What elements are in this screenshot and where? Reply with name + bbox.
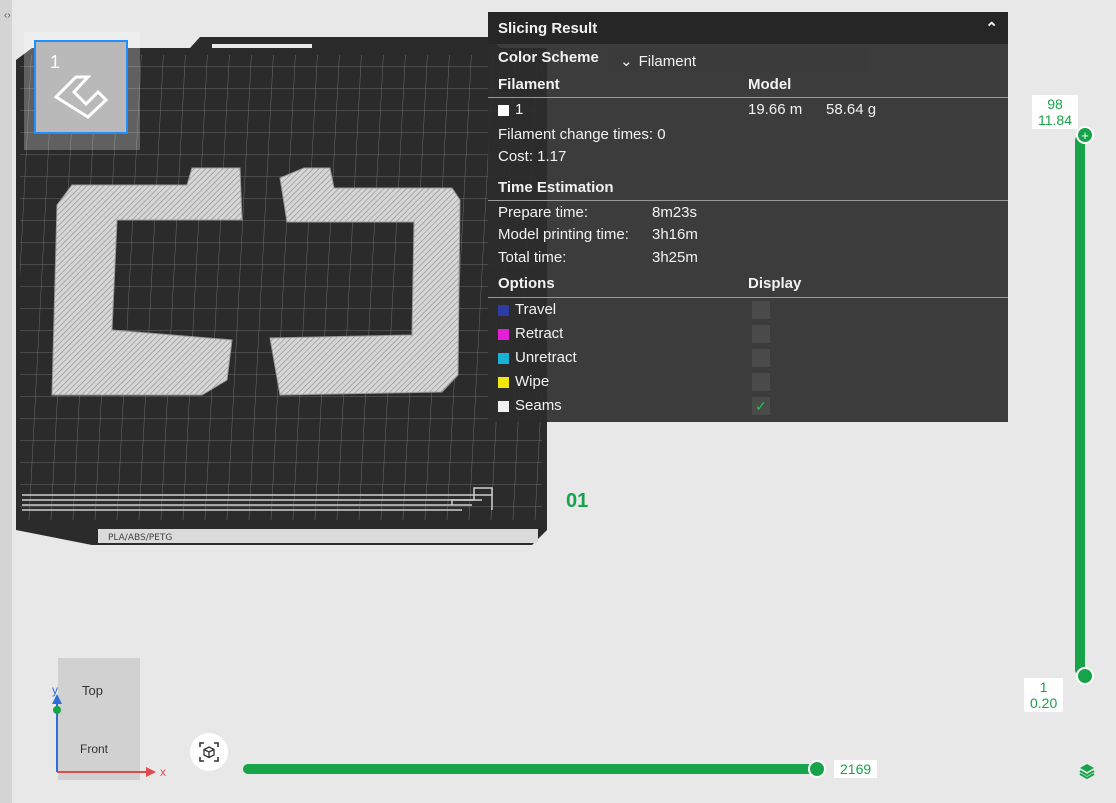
travel-color-swatch bbox=[498, 304, 509, 316]
divider bbox=[488, 200, 1008, 201]
unretract-color-swatch bbox=[498, 352, 509, 364]
model-printing-time-label: Model printing time: bbox=[498, 226, 629, 243]
option-label: Travel bbox=[515, 301, 557, 318]
top-layer-value-box: 98 11.84 bbox=[1032, 95, 1078, 129]
filament-index: 1 bbox=[515, 101, 524, 118]
total-time-label: Total time: bbox=[498, 249, 567, 266]
bottom-layer-number: 1 bbox=[1039, 679, 1048, 695]
filament-weight: 58.64 g bbox=[826, 101, 877, 118]
checkmark-icon: ✓ bbox=[755, 397, 767, 414]
collapse-toggle-icon[interactable]: ‹› bbox=[4, 10, 11, 21]
retract-color-swatch bbox=[498, 328, 509, 340]
option-retract: Retract bbox=[498, 325, 563, 342]
gcode-move-handle[interactable] bbox=[808, 760, 826, 778]
recenter-view-button[interactable] bbox=[190, 733, 228, 771]
time-estimation-header: Time Estimation bbox=[498, 179, 614, 196]
layers-icon[interactable] bbox=[1078, 762, 1096, 785]
axis-indicator bbox=[52, 694, 156, 777]
filament-change-times: Filament change times: 0 bbox=[498, 126, 666, 143]
gcode-move-slider[interactable] bbox=[243, 764, 823, 774]
filament-length: 19.66 m bbox=[748, 101, 803, 118]
seams-color-swatch bbox=[498, 400, 509, 412]
display-header: Display bbox=[748, 275, 802, 292]
divider bbox=[488, 97, 1008, 98]
bottom-layer-handle[interactable] bbox=[1076, 667, 1094, 685]
model-printing-time-value: 3h16m bbox=[652, 226, 698, 243]
divider bbox=[488, 297, 1008, 298]
panel-header[interactable]: Slicing Result ⌃ bbox=[488, 12, 1008, 44]
plate-thumbnail[interactable]: 1 bbox=[34, 40, 128, 134]
total-time-value: 3h25m bbox=[652, 249, 698, 266]
filament-color-swatch bbox=[498, 104, 509, 116]
prepare-time-value: 8m23s bbox=[652, 204, 698, 221]
plate-material-text: PLA/ABS/PETG bbox=[108, 533, 172, 543]
collapse-chevron-icon[interactable]: ⌃ bbox=[985, 19, 998, 37]
option-label: Retract bbox=[515, 325, 564, 342]
option-travel: Travel bbox=[498, 301, 556, 318]
slicing-result-panel: Slicing Result ⌃ Color Scheme ⌄ Filament… bbox=[488, 12, 1008, 422]
option-label: Unretract bbox=[515, 349, 577, 366]
top-layer-handle[interactable]: + bbox=[1076, 126, 1094, 144]
filament-row: 1 bbox=[498, 101, 523, 118]
cost-text: Cost: 1.17 bbox=[498, 148, 567, 165]
top-layer-height: 11.84 bbox=[1038, 112, 1072, 128]
top-layer-number: 98 bbox=[1047, 96, 1063, 112]
model-header: Model bbox=[748, 76, 792, 93]
gcode-move-value: 2169 bbox=[834, 760, 878, 778]
options-header: Options bbox=[498, 275, 555, 292]
unretract-display-checkbox[interactable] bbox=[752, 349, 770, 367]
prepare-time-label: Prepare time: bbox=[498, 204, 589, 221]
layer-range-slider[interactable] bbox=[1075, 135, 1085, 675]
chevron-down-icon: ⌄ bbox=[620, 53, 633, 70]
option-label: Wipe bbox=[515, 373, 550, 390]
left-sidebar-strip: ‹› bbox=[0, 0, 12, 803]
view-cube-icon bbox=[199, 742, 219, 762]
plus-icon: + bbox=[1081, 127, 1089, 143]
retract-display-checkbox[interactable] bbox=[752, 325, 770, 343]
travel-display-checkbox[interactable] bbox=[752, 301, 770, 319]
option-label: Seams bbox=[515, 397, 562, 414]
option-seams: Seams bbox=[498, 397, 562, 414]
plate-preview-icon bbox=[53, 75, 109, 119]
color-scheme-label: Color Scheme bbox=[498, 49, 599, 66]
seams-display-checkbox[interactable]: ✓ bbox=[752, 397, 770, 415]
bottom-layer-height: 0.20 bbox=[1030, 695, 1058, 711]
option-wipe: Wipe bbox=[498, 373, 549, 390]
color-scheme-value: Filament bbox=[638, 52, 697, 70]
axis-x-label: x bbox=[160, 765, 166, 779]
filament-header: Filament bbox=[498, 76, 560, 93]
plate-number-label: 01 bbox=[566, 490, 589, 512]
color-scheme-select[interactable]: ⌄ Filament bbox=[612, 49, 870, 73]
wipe-display-checkbox[interactable] bbox=[752, 373, 770, 391]
wipe-color-swatch bbox=[498, 376, 509, 388]
axis-y-label: y bbox=[52, 683, 58, 697]
panel-title: Slicing Result bbox=[498, 19, 598, 37]
option-unretract: Unretract bbox=[498, 349, 577, 366]
bottom-layer-value-box: 1 0.20 bbox=[1024, 678, 1064, 712]
